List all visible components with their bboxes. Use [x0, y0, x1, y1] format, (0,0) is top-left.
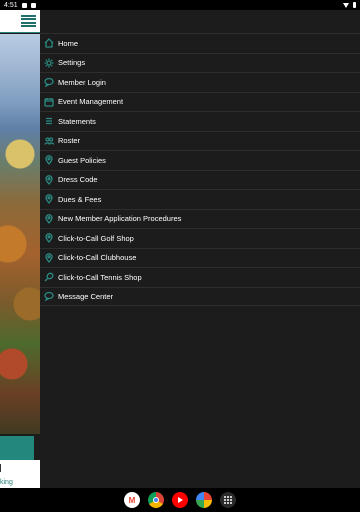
menu-item-message-center[interactable]: Message Center	[40, 286, 360, 306]
partial-text: king	[0, 479, 13, 486]
people-icon	[44, 136, 54, 146]
menu-item-label: Settings	[58, 58, 86, 68]
location-pin-icon	[44, 194, 54, 205]
chrome-icon[interactable]	[148, 492, 164, 508]
navigation-drawer: Home Settings Member Login Event Managem…	[40, 10, 360, 488]
menu-item-label: Click-to-Call Tennis Shop	[58, 272, 142, 282]
tennis-racket-icon	[44, 272, 54, 282]
chat-bubble-icon	[44, 291, 54, 302]
menu-item-label: Dues & Fees	[58, 194, 102, 204]
clock: 4:51	[4, 1, 18, 9]
menu-item-label: Click-to-Call Clubhouse	[58, 253, 137, 263]
menu-item-member-login[interactable]: Member Login	[40, 72, 360, 92]
menu-item-label: Guest Policies	[58, 155, 106, 165]
menu-item-statements[interactable]: Statements	[40, 111, 360, 131]
info-panel: king	[0, 460, 40, 488]
background-app: king	[0, 10, 40, 488]
menu-item-label: Statements	[58, 116, 96, 126]
notification-icon	[21, 2, 27, 8]
gear-icon	[44, 58, 54, 68]
taskbar: M	[0, 488, 360, 512]
youtube-icon[interactable]	[172, 492, 188, 508]
menu-item-home[interactable]: Home	[40, 33, 360, 53]
menu-item-dress-code[interactable]: Dress Code	[40, 169, 360, 190]
menu-item-guest-policies[interactable]: Guest Policies	[40, 150, 360, 170]
location-pin-icon	[44, 233, 54, 244]
app-header	[0, 10, 40, 33]
location-pin-icon	[44, 252, 54, 263]
drawer-header	[40, 10, 360, 33]
menu-item-label: Event Management	[58, 97, 124, 107]
notification-icon	[30, 2, 36, 8]
menu-item-label: Message Center	[58, 291, 114, 301]
gmail-icon[interactable]: M	[124, 492, 140, 508]
menu-item-roster[interactable]: Roster	[40, 130, 360, 151]
menu-item-label: New Member Application Procedures	[58, 214, 182, 224]
chat-bubble-icon	[44, 77, 54, 88]
menu-item-call-clubhouse[interactable]: Click-to-Call Clubhouse	[40, 247, 360, 268]
menu-item-call-tennis-shop[interactable]: Click-to-Call Tennis Shop	[40, 267, 360, 287]
divider	[0, 464, 1, 472]
status-bar: 4:51	[0, 0, 360, 10]
location-pin-icon	[44, 155, 54, 166]
location-pin-icon	[44, 174, 54, 185]
photos-icon[interactable]	[196, 492, 212, 508]
list-icon	[44, 116, 54, 126]
location-pin-icon	[44, 213, 54, 224]
teal-button[interactable]	[0, 436, 34, 460]
menu-item-call-golf-shop[interactable]: Click-to-Call Golf Shop	[40, 228, 360, 248]
wifi-icon	[343, 2, 349, 8]
app-drawer-icon[interactable]	[220, 492, 236, 508]
battery-icon	[353, 2, 356, 8]
menu-item-label: Roster	[58, 136, 81, 146]
menu-item-event-management[interactable]: Event Management	[40, 91, 360, 112]
home-icon	[44, 38, 54, 48]
hamburger-menu-icon[interactable]	[21, 15, 36, 27]
menu-item-label: Dress Code	[58, 175, 98, 185]
screen: 4:51 king Home Settings Member Login Eve…	[0, 0, 360, 512]
menu-item-label: Click-to-Call Golf Shop	[58, 233, 134, 243]
menu-item-dues-fees[interactable]: Dues & Fees	[40, 189, 360, 209]
menu-item-label: Home	[58, 38, 79, 48]
menu-item-label: Member Login	[58, 77, 106, 87]
menu-item-new-member-application[interactable]: New Member Application Procedures	[40, 208, 360, 229]
calendar-icon	[44, 97, 54, 107]
menu-item-settings[interactable]: Settings	[40, 52, 360, 73]
hero-image	[0, 34, 40, 434]
